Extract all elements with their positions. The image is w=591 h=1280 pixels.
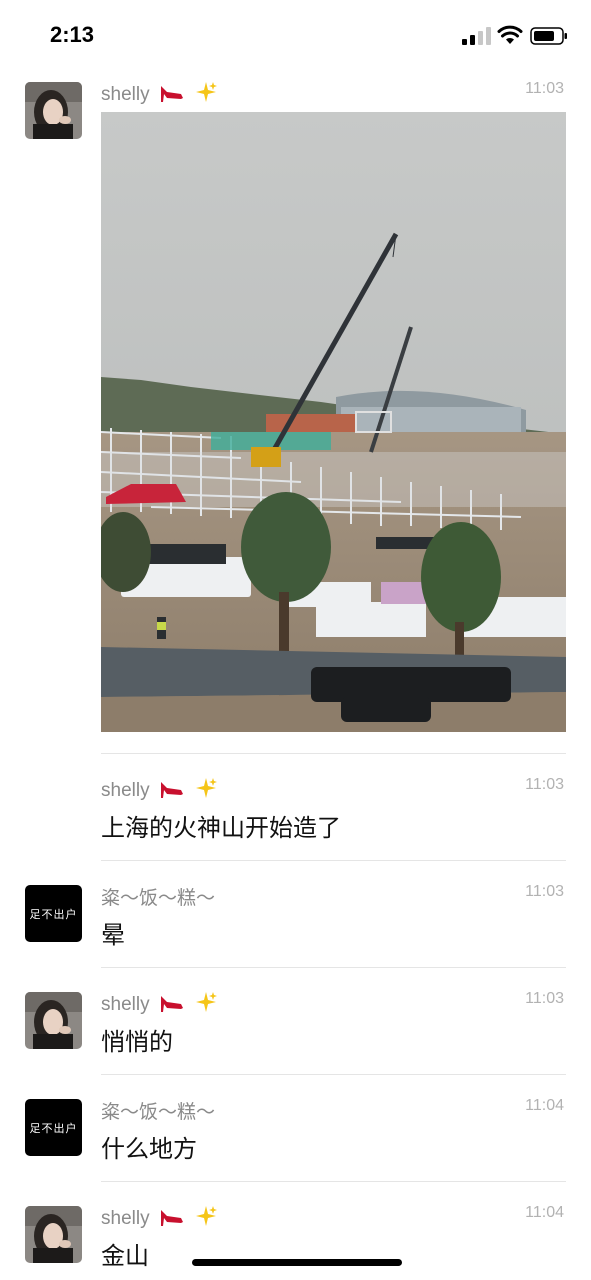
avatar[interactable] [25,82,82,139]
sparkles-icon [196,778,218,798]
message-time: 11:03 [525,990,564,1007]
message-time: 11:03 [525,776,564,793]
avatar-text: 足不出户 [29,907,78,921]
construction-site-photo [101,112,566,732]
message-time: 11:03 [525,80,564,97]
avatar[interactable]: 足不出户 [25,1099,82,1156]
home-indicator[interactable] [192,1259,402,1266]
high-heel-icon [160,86,183,102]
avatar[interactable]: 足不出户 [25,885,82,942]
message-item[interactable]: shelly 11:03 [0,0,591,754]
sparkles-icon [196,1206,218,1226]
message-text: 什么地方 [101,1135,197,1163]
message-text: 晕 [101,921,125,949]
message-item[interactable]: 足不出户 粢～饭～糕～ 11:04 什么地方 [0,1075,591,1182]
message-text: 金山 [101,1242,149,1270]
message-item[interactable]: 足不出户 粢～饭～糕～ 11:03 晕 [0,861,591,968]
profile-photo [25,82,82,139]
high-heel-icon [160,996,183,1012]
message-item[interactable]: shelly 11:03 悄悄的 [0,968,591,1075]
message-time: 11:04 [525,1204,564,1221]
message-time: 11:04 [525,1097,564,1114]
message-text: 上海的火神山开始造了 [101,814,341,842]
sender-name: 粢～饭～糕～ [101,888,216,909]
avatar[interactable] [25,1206,82,1263]
sparkles-icon [196,82,218,102]
message-item[interactable]: shelly 11:03 上海的火神山开始造了 [0,754,591,861]
avatar-text: 足不出户 [29,1121,78,1135]
message-image[interactable] [101,112,566,732]
sparkles-icon [196,992,218,1012]
message-time: 11:03 [525,883,564,900]
high-heel-icon [160,1210,183,1226]
profile-photo [25,1206,82,1263]
sender-name: 粢～饭～糕～ [101,1102,216,1123]
sender-name: shelly [101,1204,218,1230]
profile-photo [25,992,82,1049]
high-heel-icon [160,782,183,798]
message-text: 悄悄的 [101,1028,173,1056]
sender-name: shelly [101,776,218,802]
sender-name: shelly [101,80,218,106]
avatar[interactable] [25,992,82,1049]
sender-name: shelly [101,990,218,1016]
